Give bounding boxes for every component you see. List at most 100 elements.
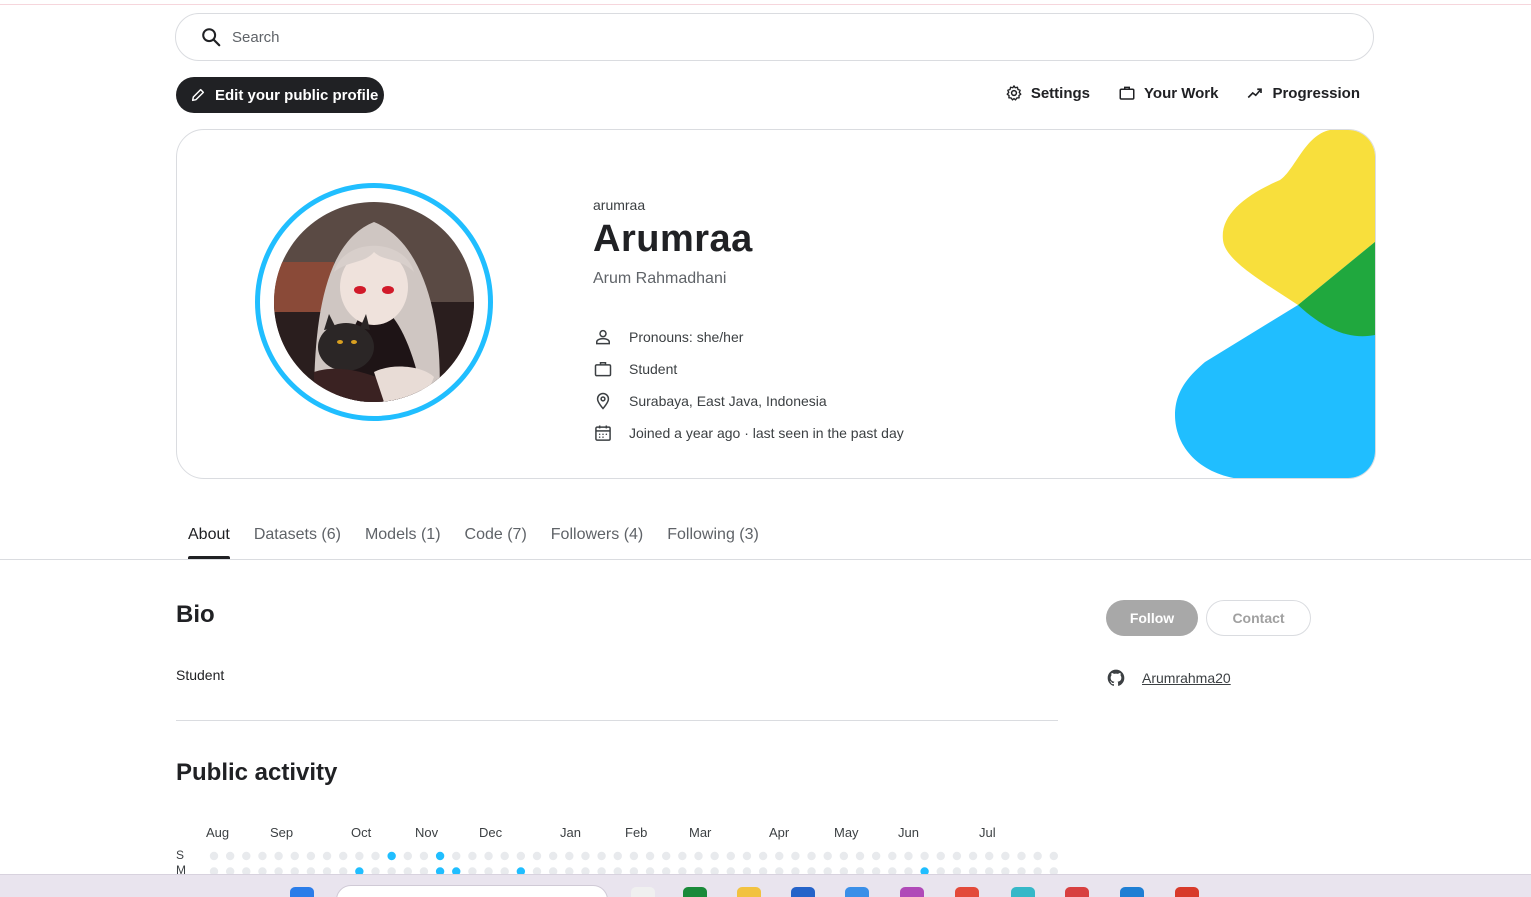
activity-day-cell[interactable] xyxy=(936,851,945,861)
heatmap-grid xyxy=(209,851,1058,876)
settings-label: Settings xyxy=(1030,84,1091,102)
activity-day-cell[interactable] xyxy=(242,851,251,861)
windows-start-icon[interactable] xyxy=(290,887,314,897)
activity-day-cell[interactable] xyxy=(1033,851,1042,861)
activity-day-cell[interactable] xyxy=(775,851,784,861)
profile-tabs: About Datasets (6) Models (1) Code (7) F… xyxy=(176,520,771,559)
person-icon xyxy=(596,329,610,345)
activity-day-cell[interactable] xyxy=(516,851,526,861)
activity-day-cell[interactable] xyxy=(645,851,655,861)
activity-day-cell[interactable] xyxy=(904,851,913,861)
activity-day-cell[interactable] xyxy=(1001,851,1010,861)
activity-day-cell[interactable] xyxy=(225,851,235,861)
avatar-illustration xyxy=(274,202,474,402)
activity-day-cell[interactable] xyxy=(484,851,493,861)
activity-day-cell[interactable] xyxy=(500,851,509,861)
avatar[interactable] xyxy=(274,202,474,402)
activity-day-cell[interactable] xyxy=(468,851,477,861)
app-icon[interactable] xyxy=(1011,887,1035,897)
activity-day-cell[interactable] xyxy=(532,851,542,861)
contact-button[interactable]: Contact xyxy=(1206,600,1311,636)
activity-day-cell[interactable] xyxy=(209,851,219,861)
activity-day-cell[interactable] xyxy=(726,851,735,861)
follow-button[interactable]: Follow xyxy=(1106,600,1198,636)
activity-day-cell[interactable] xyxy=(258,851,267,861)
taskbar-search-box[interactable] xyxy=(336,885,608,897)
edit-profile-button[interactable]: Edit your public profile xyxy=(176,77,384,113)
github-handle-link[interactable]: Arumrahma20 xyxy=(1142,670,1231,686)
tab-about[interactable]: About xyxy=(176,520,242,559)
activity-day-cell[interactable] xyxy=(581,851,590,861)
activity-day-cell[interactable] xyxy=(662,851,671,861)
app-icon[interactable] xyxy=(845,887,869,897)
activity-day-cell[interactable] xyxy=(565,851,574,861)
section-divider xyxy=(176,720,1058,721)
activity-day-cell[interactable] xyxy=(742,851,752,861)
activity-day-cell[interactable] xyxy=(791,851,800,861)
activity-day-cell[interactable] xyxy=(1017,851,1026,861)
activity-day-cell[interactable] xyxy=(355,851,364,861)
activity-day-cell[interactable] xyxy=(678,851,687,861)
activity-day-cell[interactable] xyxy=(597,851,606,861)
search-bar[interactable] xyxy=(175,13,1374,61)
activity-day-cell[interactable] xyxy=(274,851,283,861)
activity-day-cell[interactable] xyxy=(985,851,994,861)
settings-link[interactable]: Settings xyxy=(1005,84,1090,102)
search-input[interactable] xyxy=(232,28,1132,46)
activity-day-cell[interactable] xyxy=(807,851,816,861)
activity-day-cell[interactable] xyxy=(855,851,865,861)
activity-day-cell[interactable] xyxy=(920,851,929,861)
occupation-text: Student xyxy=(629,361,678,377)
app-icon[interactable] xyxy=(683,887,707,897)
your-work-link[interactable]: Your Work xyxy=(1118,84,1218,102)
activity-day-cell[interactable] xyxy=(387,851,396,861)
tabs-divider xyxy=(0,559,1531,560)
activity-day-cell[interactable] xyxy=(290,851,299,861)
activity-day-cell[interactable] xyxy=(403,851,412,861)
activity-day-cell[interactable] xyxy=(839,851,849,861)
activity-day-cell[interactable] xyxy=(322,851,332,861)
full-name: Arum Rahmadhani xyxy=(593,270,727,287)
activity-day-cell[interactable] xyxy=(968,851,978,861)
activity-day-cell[interactable] xyxy=(952,851,962,861)
progression-link[interactable]: Progression xyxy=(1246,84,1360,102)
tab-models[interactable]: Models (1) xyxy=(353,520,453,559)
os-taskbar xyxy=(0,874,1531,897)
app-icon[interactable] xyxy=(1175,887,1199,897)
app-icon[interactable] xyxy=(791,887,815,897)
activity-day-cell[interactable] xyxy=(419,851,429,861)
code-editor-icon[interactable] xyxy=(1120,887,1144,897)
location-pin-icon xyxy=(596,392,610,410)
tab-followers[interactable]: Followers (4) xyxy=(539,520,655,559)
activity-day-cell[interactable] xyxy=(1049,851,1058,861)
activity-day-cell[interactable] xyxy=(435,851,445,861)
app-icon[interactable] xyxy=(1065,887,1089,897)
progression-label: Progression xyxy=(1272,84,1360,102)
profile-decoration-graphic xyxy=(1175,130,1375,478)
activity-day-cell[interactable] xyxy=(613,851,622,861)
folder-icon[interactable] xyxy=(737,887,761,897)
activity-day-cell[interactable] xyxy=(888,851,897,861)
activity-day-cell[interactable] xyxy=(629,851,639,861)
activity-day-cell[interactable] xyxy=(710,851,719,861)
activity-day-cell[interactable] xyxy=(823,851,832,861)
bio-text: Student xyxy=(176,667,225,683)
browser-icon[interactable] xyxy=(955,887,979,897)
tab-code[interactable]: Code (7) xyxy=(453,520,539,559)
activity-day-cell[interactable] xyxy=(452,851,461,861)
app-icon[interactable] xyxy=(631,887,655,897)
tab-following[interactable]: Following (3) xyxy=(655,520,771,559)
profile-details: Pronouns: she/her Student Surabaya, East… xyxy=(593,321,904,449)
gear-icon xyxy=(1006,85,1022,101)
activity-day-cell[interactable] xyxy=(306,851,316,861)
activity-day-cell[interactable] xyxy=(548,851,558,861)
activity-day-cell[interactable] xyxy=(371,851,380,861)
activity-heatmap: Aug Sep Oct Nov Dec Jan Feb Mar Apr May … xyxy=(176,820,1058,880)
search-icon xyxy=(202,28,221,47)
activity-day-cell[interactable] xyxy=(758,851,768,861)
activity-day-cell[interactable] xyxy=(339,851,348,861)
app-icon[interactable] xyxy=(900,887,924,897)
activity-day-cell[interactable] xyxy=(694,851,703,861)
activity-day-cell[interactable] xyxy=(871,851,881,861)
tab-datasets[interactable]: Datasets (6) xyxy=(242,520,353,559)
